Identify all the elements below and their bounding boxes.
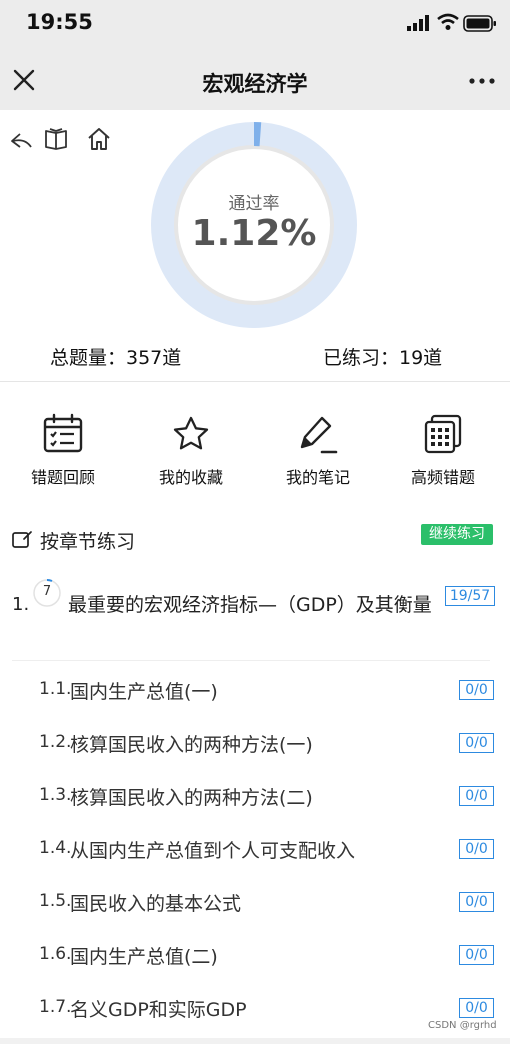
lesson-row[interactable]: 1.5. 国民收入的基本公式 0/0	[0, 874, 510, 927]
pass-rate-label: 通过率	[228, 194, 280, 214]
lesson-progress-badge: 0/0	[459, 680, 494, 700]
cellular-signal-icon	[407, 15, 429, 31]
practiced-questions: 已练习：19道	[323, 347, 443, 369]
lesson-number: 1.1.	[39, 679, 72, 699]
chapter-number: 1.	[12, 594, 30, 615]
chapter-progress-badge: 19/57	[445, 586, 495, 606]
lesson-progress-badge: 0/0	[459, 733, 494, 753]
lesson-title: 核算国民收入的两种方法(二)	[70, 787, 313, 809]
lesson-row[interactable]: 1.6. 国内生产总值(二) 0/0	[0, 927, 510, 980]
action-frequent-errors[interactable]: 高频错题	[388, 412, 498, 488]
lesson-progress-badge: 0/0	[459, 786, 494, 806]
page-title: 宏观经济学	[202, 72, 308, 96]
lesson-progress-badge: 0/0	[459, 892, 494, 912]
lesson-title: 名义GDP和实际GDP	[70, 999, 247, 1021]
wifi-icon	[437, 13, 459, 30]
lesson-number: 1.6.	[39, 944, 72, 964]
action-favorites[interactable]: 我的收藏	[136, 412, 246, 488]
lesson-title: 国民收入的基本公式	[70, 893, 242, 915]
battery-icon	[463, 15, 496, 32]
pen-icon	[300, 416, 338, 454]
watermark: CSDN @rgrhd	[428, 1020, 497, 1031]
home-icon[interactable]	[86, 126, 112, 152]
nav-bar: 宏观经济学	[0, 50, 510, 110]
action-notes[interactable]: 我的笔记	[263, 412, 373, 488]
back-icon[interactable]	[9, 126, 35, 152]
lesson-title: 国内生产总值(一)	[70, 681, 218, 703]
lesson-row[interactable]: 1.1. 国内生产总值(一) 0/0	[0, 662, 510, 715]
practice-icon	[12, 531, 32, 548]
action-label: 我的收藏	[158, 468, 223, 487]
action-label: 我的笔记	[285, 468, 350, 487]
calendar-list-icon	[43, 413, 83, 453]
chapter-title: 最重要的宏观经济指标—（GDP）及其衡量	[68, 594, 432, 616]
lesson-progress-badge: 0/0	[459, 998, 494, 1018]
pass-rate-value: 1.12%	[191, 213, 317, 254]
lesson-number: 1.2.	[39, 732, 72, 752]
grid-stack-icon	[424, 414, 462, 454]
action-label: 错题回顾	[30, 468, 95, 487]
lesson-number: 1.5.	[39, 891, 72, 911]
lesson-progress-badge: 0/0	[459, 839, 494, 859]
lesson-row[interactable]: 1.4. 从国内生产总值到个人可支配收入 0/0	[0, 821, 510, 874]
chapter-progress-circle: 7	[32, 578, 62, 608]
lesson-number: 1.7.	[39, 997, 72, 1017]
action-wrong-review[interactable]: 错题回顾	[8, 412, 118, 488]
book-icon[interactable]	[43, 126, 69, 152]
total-questions: 总题量：357道	[50, 347, 182, 369]
bottom-edge	[0, 1038, 510, 1044]
lesson-title: 核算国民收入的两种方法(一)	[70, 734, 313, 756]
status-time: 19:55	[26, 10, 93, 34]
star-icon	[173, 416, 209, 450]
lesson-number: 1.3.	[39, 785, 72, 805]
lesson-progress-badge: 0/0	[459, 945, 494, 965]
divider	[12, 660, 490, 661]
action-label: 高频错题	[410, 468, 475, 487]
continue-practice-button[interactable]: 继续练习	[421, 524, 493, 545]
lesson-title: 国内生产总值(二)	[70, 946, 218, 968]
lesson-row[interactable]: 1.2. 核算国民收入的两种方法(一) 0/0	[0, 715, 510, 768]
lesson-row[interactable]: 1.3. 核算国民收入的两种方法(二) 0/0	[0, 768, 510, 821]
status-bar: 19:55	[0, 0, 510, 50]
section-title: 按章节练习	[40, 531, 136, 553]
more-options-icon[interactable]	[469, 78, 495, 84]
lesson-title: 从国内生产总值到个人可支配收入	[70, 840, 356, 862]
divider	[0, 381, 510, 382]
chapter-circle-value: 7	[42, 584, 52, 599]
lesson-number: 1.4.	[39, 838, 72, 858]
